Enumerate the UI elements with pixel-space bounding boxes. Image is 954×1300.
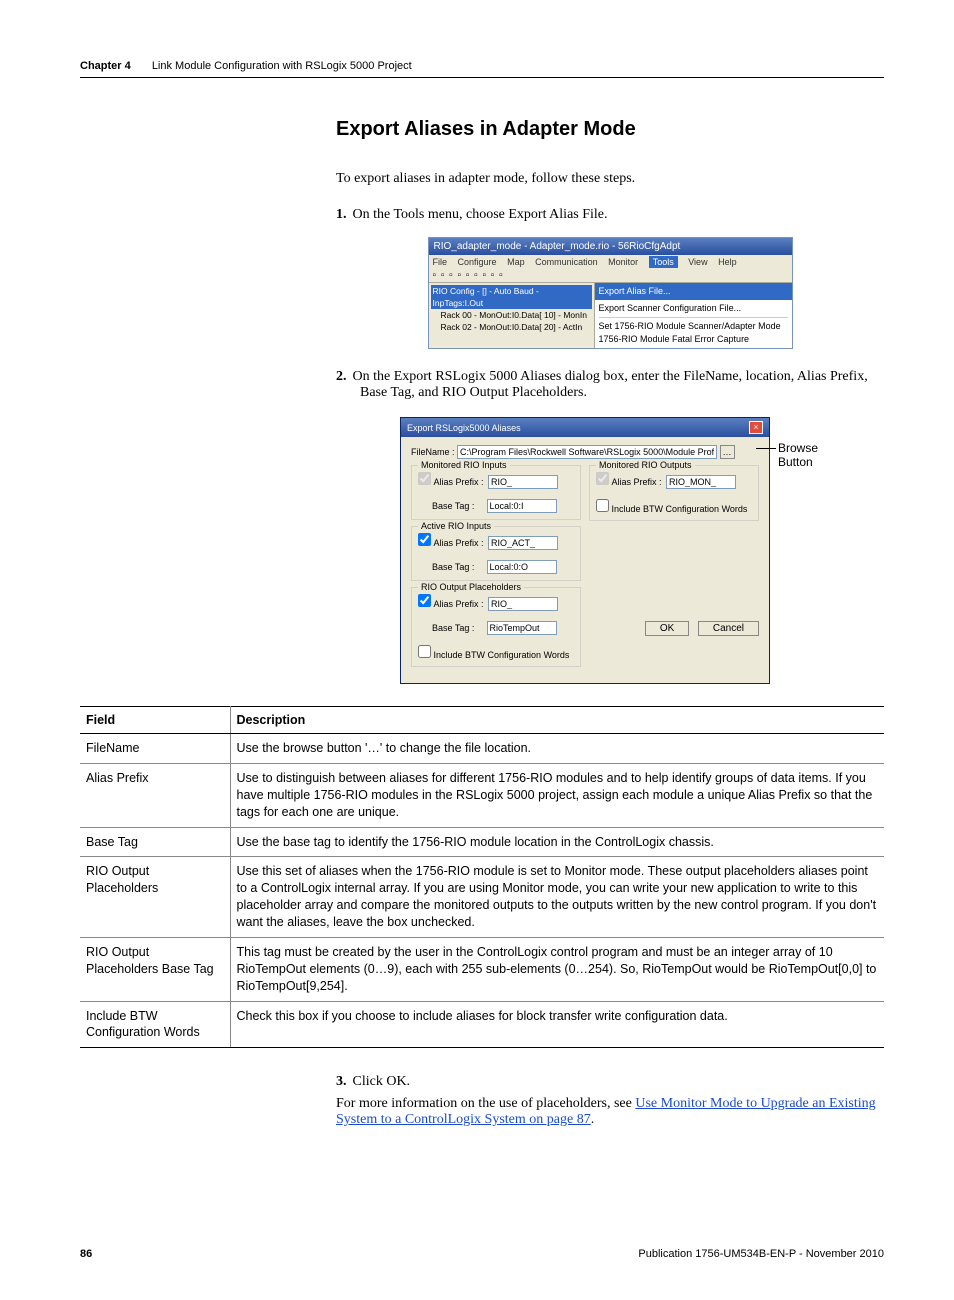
ph-btw-checkbox[interactable] <box>418 645 431 658</box>
ph-alias-label: Alias Prefix : <box>434 599 486 609</box>
close-icon[interactable]: × <box>749 421 763 434</box>
ok-button[interactable]: OK <box>645 621 689 636</box>
group-monitored-outputs: Monitored RIO Outputs <box>596 460 695 470</box>
step-1: 1. On the Tools menu, choose Export Alias… <box>336 207 884 223</box>
field-description-table: Field Description FileNameUse the browse… <box>80 706 884 1048</box>
tools-menu-screenshot: RIO_adapter_mode - Adapter_mode.rio - 56… <box>428 237 793 349</box>
chapter-title: Link Module Configuration with RSLogix 5… <box>152 60 412 72</box>
step-2-text: On the Export RSLogix 5000 Aliases dialo… <box>353 369 868 400</box>
table-row: Base TagUse the base tag to identify the… <box>80 827 884 857</box>
mon-out-btw-checkbox[interactable] <box>596 499 609 512</box>
act-in-checkbox[interactable] <box>418 533 431 546</box>
mon-out-alias-field[interactable] <box>666 475 736 489</box>
group-output-placeholders: RIO Output Placeholders <box>418 582 524 592</box>
step-3-text: Click OK. <box>353 1074 411 1089</box>
group-monitored-inputs: Monitored RIO Inputs <box>418 460 510 470</box>
section-intro: To export aliases in adapter mode, follo… <box>336 171 884 187</box>
act-in-alias-label: Alias Prefix : <box>434 538 486 548</box>
table-row: RIO Output PlaceholdersUse this set of a… <box>80 857 884 938</box>
filename-label: FileName : <box>411 447 455 457</box>
act-in-alias-field[interactable] <box>488 536 558 550</box>
menu-fatal-error-capture[interactable]: 1756-RIO Module Fatal Error Capture <box>599 334 750 344</box>
annotation-leader-line <box>756 448 776 449</box>
th-description: Description <box>230 707 884 734</box>
dialog-title: Export RSLogix5000 Aliases <box>407 423 521 433</box>
act-in-base-label: Base Tag : <box>432 562 484 572</box>
section-heading: Export Aliases in Adapter Mode <box>336 118 884 141</box>
table-row: Alias PrefixUse to distinguish between a… <box>80 763 884 827</box>
ph-alias-field[interactable] <box>488 597 558 611</box>
mon-out-alias-label: Alias Prefix : <box>612 477 664 487</box>
mon-in-alias-label: Alias Prefix : <box>434 477 486 487</box>
menu-monitor[interactable]: Monitor <box>608 257 638 267</box>
menu-export-scanner-config[interactable]: Export Scanner Configuration File... <box>599 303 742 313</box>
mon-out-btw-label: Include BTW Configuration Words <box>612 504 748 514</box>
tools-dropdown: Export Alias File... Export Scanner Conf… <box>594 283 792 348</box>
cancel-button[interactable]: Cancel <box>698 621 759 636</box>
more-info: For more information on the use of place… <box>336 1096 884 1128</box>
page-number: 86 <box>80 1248 92 1260</box>
act-in-base-field[interactable] <box>487 560 557 574</box>
app-menubar: File Configure Map Communication Monitor… <box>429 255 792 269</box>
menu-help[interactable]: Help <box>718 257 737 267</box>
app-toolbar: ▫ ▫ ▫ ▫ ▫ ▫ ▫ ▫ ▫ <box>429 269 792 283</box>
tree-root[interactable]: RIO Config - [] - Auto Baud - InpTags:I.… <box>431 285 592 309</box>
ph-base-label: Base Tag : <box>432 623 484 633</box>
step-2-num: 2. <box>336 369 347 384</box>
publication-info: Publication 1756-UM534B-EN-P - November … <box>638 1248 884 1260</box>
menu-view[interactable]: View <box>688 257 707 267</box>
mon-out-checkbox[interactable] <box>596 472 609 485</box>
ph-base-field[interactable] <box>487 621 557 635</box>
menu-configure[interactable]: Configure <box>458 257 497 267</box>
tree-rack-00[interactable]: Rack 00 - MonOut:I0.Data[ 10] - MonIn <box>431 309 592 321</box>
step-2: 2. On the Export RSLogix 5000 Aliases dia… <box>336 369 884 401</box>
browse-annotation: BrowseButton <box>778 441 828 469</box>
export-aliases-dialog: Export RSLogix5000 Aliases × FileName : … <box>400 417 770 684</box>
table-row: FileNameUse the browse button '…' to cha… <box>80 734 884 764</box>
menu-communication[interactable]: Communication <box>535 257 598 267</box>
menu-tools[interactable]: Tools <box>649 256 678 268</box>
app-titlebar: RIO_adapter_mode - Adapter_mode.rio - 56… <box>429 238 792 255</box>
mon-in-base-field[interactable] <box>487 499 557 513</box>
step-1-num: 1. <box>336 207 347 222</box>
menu-export-alias-file[interactable]: Export Alias File... <box>595 283 792 300</box>
mon-in-base-label: Base Tag : <box>432 501 484 511</box>
config-tree: RIO Config - [] - Auto Baud - InpTags:I.… <box>429 283 594 348</box>
mon-in-alias-field[interactable] <box>488 475 558 489</box>
group-active-inputs: Active RIO Inputs <box>418 521 494 531</box>
step-1-text: On the Tools menu, choose Export Alias F… <box>353 207 608 222</box>
mon-in-checkbox[interactable] <box>418 472 431 485</box>
menu-map[interactable]: Map <box>507 257 525 267</box>
browse-button[interactable]: … <box>720 445 735 459</box>
page-header: Chapter 4 Link Module Configuration with… <box>80 60 884 72</box>
menu-set-scanner-adapter-mode[interactable]: Set 1756-RIO Module Scanner/Adapter Mode <box>599 321 781 331</box>
step-3: 3. Click OK. <box>336 1074 884 1090</box>
table-row: RIO Output Placeholders Base TagThis tag… <box>80 937 884 1001</box>
menu-file[interactable]: File <box>433 257 448 267</box>
ph-checkbox[interactable] <box>418 594 431 607</box>
th-field: Field <box>80 707 230 734</box>
filename-field[interactable] <box>457 445 717 459</box>
chapter-label: Chapter 4 <box>80 60 131 72</box>
ph-btw-label: Include BTW Configuration Words <box>434 650 570 660</box>
table-row: Include BTW Configuration WordsCheck thi… <box>80 1001 884 1048</box>
step-3-num: 3. <box>336 1074 347 1089</box>
tree-rack-02[interactable]: Rack 02 - MonOut:I0.Data[ 20] - ActIn <box>431 321 592 333</box>
